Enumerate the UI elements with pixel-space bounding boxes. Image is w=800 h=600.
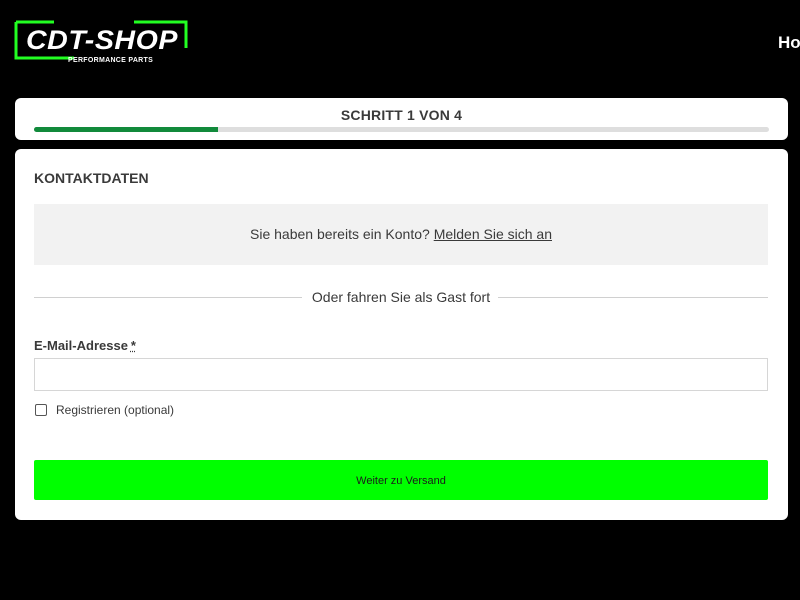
progress-label: SCHRITT 1 VON 4 [340, 107, 463, 123]
email-label: E-Mail-Adresse * [34, 338, 136, 353]
login-notice: Sie haben bereits ein Konto? Melden Sie … [34, 204, 768, 265]
continue-to-shipping-button[interactable]: Weiter zu Versand [34, 460, 768, 500]
logo-tagline: PERFORMANCE PARTS [68, 57, 153, 64]
section-title: KONTAKTDATEN [34, 170, 149, 186]
progress-bar-fill [34, 127, 218, 132]
progress-bar [34, 127, 769, 132]
register-label: Registrieren (optional) [56, 403, 175, 417]
required-mark: * [130, 338, 136, 353]
login-prompt: Sie haben bereits ein Konto? [250, 226, 430, 242]
email-input[interactable] [34, 358, 768, 391]
login-link[interactable]: Melden Sie sich an [434, 226, 552, 242]
guest-divider-text: Oder fahren Sie als Gast fort [311, 289, 491, 305]
logo-graphic: CDT-SHOP PERFORMANCE PARTS [14, 20, 188, 64]
logo-wordmark: CDT-SHOP [26, 25, 179, 55]
nav-item-home[interactable]: Ho [778, 33, 800, 53]
site-header: CDT-SHOP PERFORMANCE PARTS Ho [0, 0, 800, 90]
guest-divider: Oder fahren Sie als Gast fort [34, 287, 768, 307]
progress-card: SCHRITT 1 VON 4 [15, 98, 788, 140]
contact-form-card: KONTAKTDATEN Sie haben bereits ein Konto… [15, 149, 788, 520]
register-checkbox[interactable] [35, 404, 47, 416]
shop-logo[interactable]: CDT-SHOP PERFORMANCE PARTS [14, 20, 190, 66]
email-label-text: E-Mail-Adresse [34, 338, 128, 353]
